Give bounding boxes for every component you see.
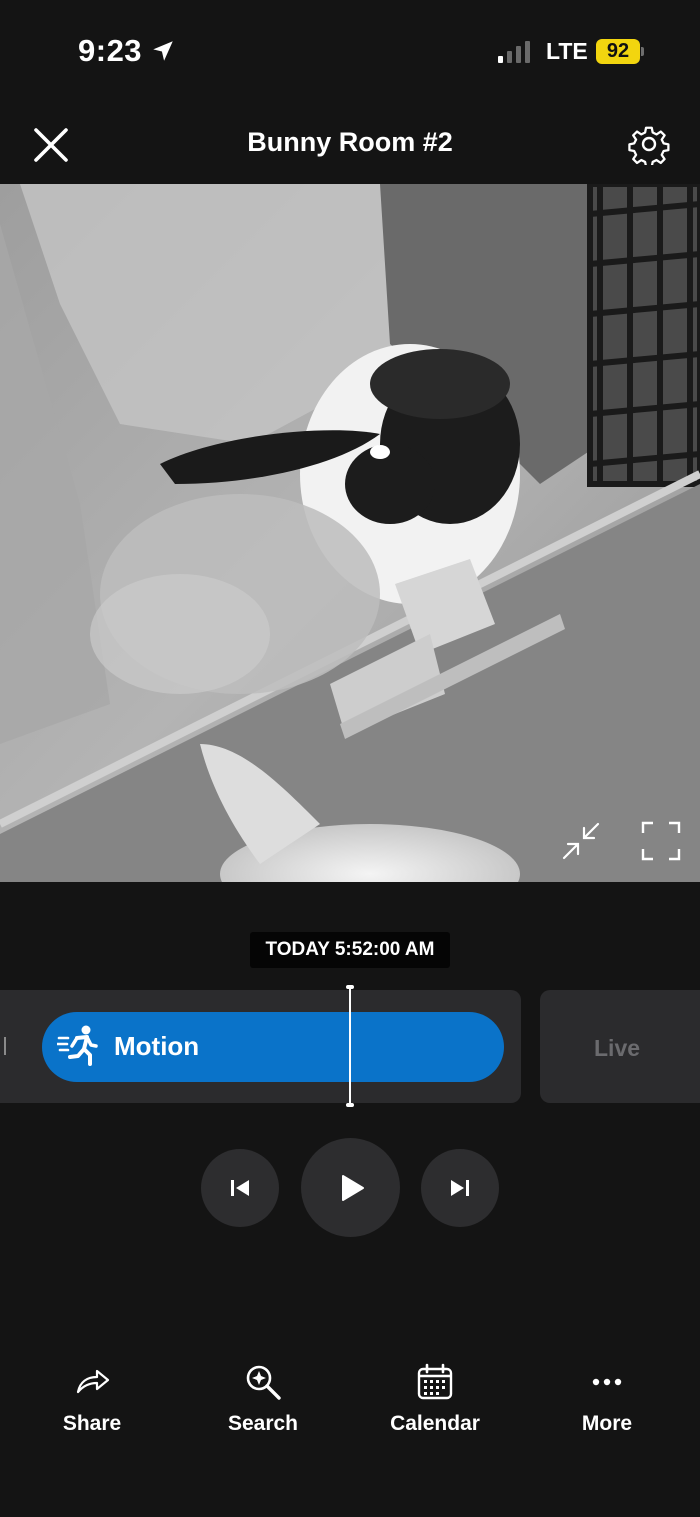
calendar-icon [417,1363,453,1400]
status-bar: 9:23 LTE 92 [0,0,700,100]
page-title: Bunny Room #2 [247,127,453,157]
motion-event-label: Motion [114,1031,200,1061]
running-person-icon [57,1025,98,1066]
search-label: Search [227,1412,299,1435]
camera-video-feed[interactable] [0,184,700,882]
camera-frame-image [0,184,700,882]
more-button[interactable]: More [537,1356,677,1446]
timeline-tick [4,1037,6,1055]
live-label: Live [594,1035,641,1061]
share-button[interactable]: Share [22,1356,162,1446]
battery-nub [641,47,644,56]
skip-previous-icon [231,1180,249,1196]
cellular-signal-icon [498,41,530,63]
playhead-cap-top [346,985,354,989]
minimize-view-icon[interactable] [560,820,602,862]
share-icon [76,1369,110,1394]
next-clip-button[interactable] [421,1149,499,1227]
smart-search-icon [246,1365,281,1400]
playhead-cap-bottom [346,1103,354,1107]
timestamp-label: TODAY 5:52:00 AM [250,932,450,968]
previous-clip-button[interactable] [201,1149,279,1227]
battery-level: 92 [606,40,630,62]
fullscreen-icon[interactable] [640,820,682,862]
status-time: 9:23 [78,33,143,68]
network-type: LTE [546,38,588,64]
location-arrow-icon [153,41,173,61]
more-label: More [581,1412,633,1435]
calendar-button[interactable]: Calendar [365,1356,505,1446]
play-button[interactable] [301,1138,400,1237]
more-dots-icon [592,1378,622,1386]
motion-event-clip[interactable] [42,1012,504,1082]
battery-icon: 92 [596,39,640,64]
search-button[interactable]: Search [193,1356,333,1446]
skip-next-icon [451,1180,469,1196]
share-label: Share [62,1412,122,1435]
calendar-label: Calendar [390,1412,480,1435]
timeline-playhead[interactable] [349,986,351,1107]
play-icon [341,1174,364,1201]
header: Bunny Room #2 [0,100,700,184]
gear-icon[interactable] [628,123,670,165]
